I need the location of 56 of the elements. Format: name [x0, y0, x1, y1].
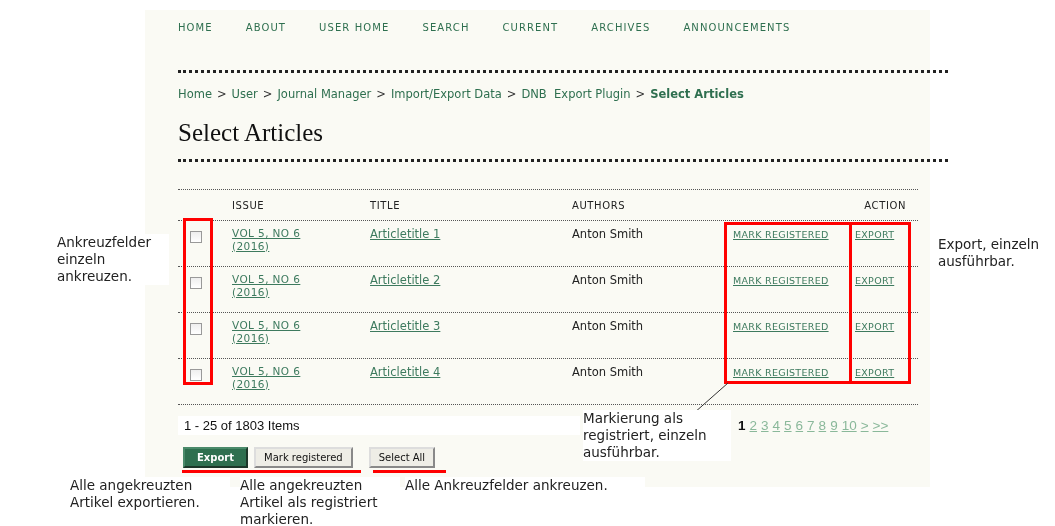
- column-header: TITLE: [370, 199, 402, 211]
- action-link[interactable]: MARK REGISTERED: [733, 229, 855, 240]
- checkbox[interactable]: [190, 277, 202, 289]
- action-link[interactable]: EXPORT: [855, 367, 895, 378]
- nav-link[interactable]: ARCHIVES: [591, 22, 651, 38]
- issue-link[interactable]: VOL 5, NO 6 (2016): [232, 365, 322, 391]
- action-link[interactable]: MARK REGISTERED: [733, 367, 855, 378]
- action-link[interactable]: EXPORT: [855, 275, 895, 286]
- annotation-text: Alle angekreuzten Artikel als registriert markieren.: [240, 477, 400, 526]
- page-title: Select Articles: [178, 119, 325, 147]
- article-title-link[interactable]: Articletitle 1: [370, 227, 441, 241]
- issue-link[interactable]: VOL 5, NO 6 (2016): [232, 319, 322, 345]
- annotation-text: Alle angekreuzten Artikel exportieren.: [70, 477, 230, 511]
- checkbox[interactable]: [190, 231, 202, 243]
- checkbox[interactable]: [190, 323, 202, 335]
- breadcrumb-link[interactable]: Journal Manager: [277, 87, 372, 101]
- nav-link[interactable]: CURRENT: [502, 22, 559, 38]
- breadcrumb-separator: >: [216, 87, 227, 101]
- breadcrumb-link[interactable]: Select Articles: [650, 87, 744, 101]
- action-link[interactable]: MARK REGISTERED: [733, 321, 855, 332]
- annotation-text: Ankreuzfelder einzeln ankreuzen.: [57, 234, 169, 285]
- action-button[interactable]: Mark registered: [254, 447, 353, 468]
- nav-link[interactable]: ABOUT: [245, 22, 287, 38]
- page-link[interactable]: 1: [738, 417, 746, 433]
- nav-link[interactable]: USER HOME: [319, 22, 390, 38]
- breadcrumb-separator: >: [262, 87, 273, 101]
- issue-link[interactable]: VOL 5, NO 6 (2016): [232, 273, 322, 299]
- article-title-link[interactable]: Articletitle 3: [370, 319, 441, 333]
- article-title-link[interactable]: Articletitle 4: [370, 365, 441, 379]
- breadcrumb-separator: >: [506, 87, 517, 101]
- column-header: ACTION: [863, 199, 907, 211]
- article-title-link[interactable]: Articletitle 2: [370, 273, 441, 287]
- issue-link[interactable]: VOL 5, NO 6 (2016): [232, 227, 322, 253]
- author-name: Anton Smith: [572, 365, 644, 379]
- author-name: Anton Smith: [572, 227, 644, 241]
- nav-link[interactable]: ANNOUNCEMENTS: [683, 22, 791, 38]
- breadcrumb-link[interactable]: DNB Export Plugin: [521, 87, 631, 101]
- action-link[interactable]: MARK REGISTERED: [733, 275, 855, 286]
- breadcrumb-link[interactable]: Import/Export Data: [390, 87, 502, 101]
- items-count: 1 - 25 of 1803 Items: [178, 415, 580, 435]
- action-link[interactable]: EXPORT: [855, 321, 895, 332]
- action-button[interactable]: Select All: [368, 447, 436, 468]
- checkbox[interactable]: [190, 369, 202, 381]
- nav-link[interactable]: SEARCH: [422, 22, 470, 38]
- annotation-text: Markierung als registriert, einzeln ausführbar.: [583, 410, 731, 461]
- author-name: Anton Smith: [572, 319, 644, 333]
- breadcrumb-link[interactable]: User: [231, 87, 258, 101]
- breadcrumb-link[interactable]: Home: [178, 87, 212, 101]
- author-name: Anton Smith: [572, 273, 644, 287]
- column-header: AUTHORS: [572, 199, 627, 211]
- breadcrumb-separator: >: [635, 87, 646, 101]
- action-link[interactable]: EXPORT: [855, 229, 895, 240]
- column-header: ISSUE: [232, 199, 266, 211]
- breadcrumb-separator: >: [376, 87, 386, 101]
- nav-link[interactable]: HOME: [178, 22, 213, 38]
- export-button[interactable]: Export: [183, 447, 249, 468]
